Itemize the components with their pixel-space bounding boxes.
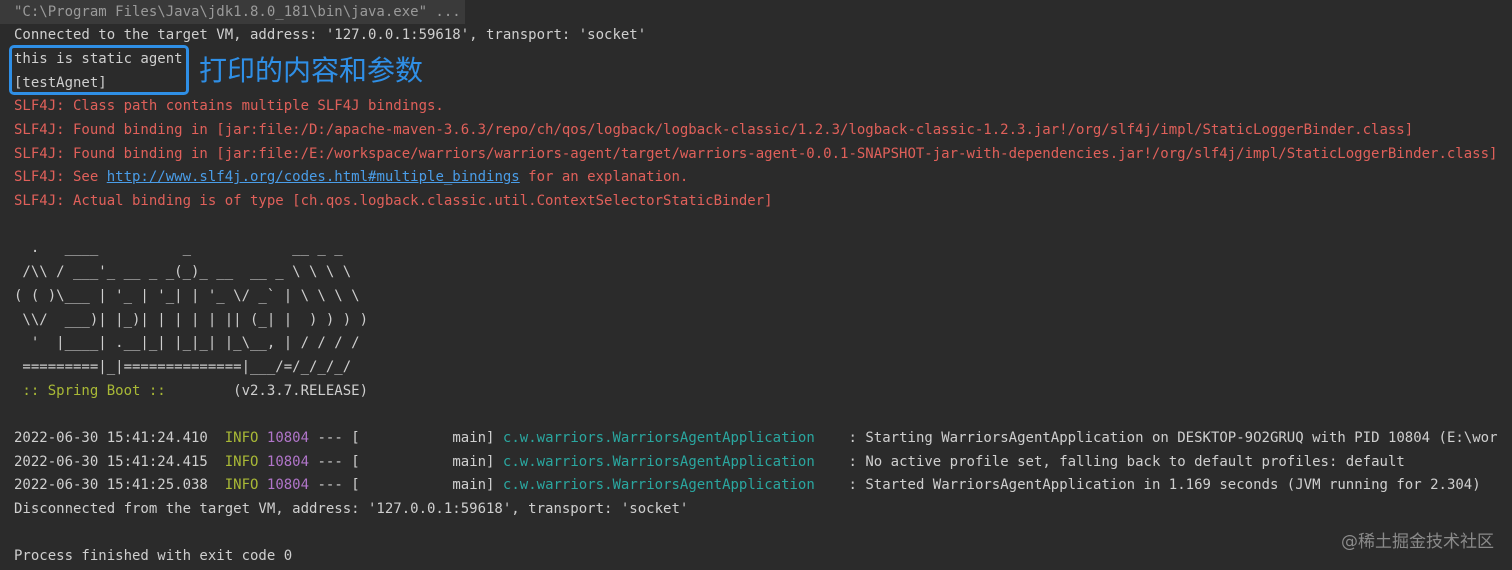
banner-line: /\\ / ___'_ __ _ _(_)_ __ __ _ \ \ \ \ [14,264,352,280]
banner-line: ' |____| .__|_| |_|_| |_\__, | / / / / [14,335,360,351]
slf4j-binding-agent-jar: SLF4J: Found binding in [jar:file:/E:/wo… [14,146,1498,162]
banner-line: . ____ _ __ _ _ [14,240,343,256]
log-row: 2022-06-30 15:41:25.038 INFO 10804 --- [… [14,474,1481,496]
process-finished-message: Process finished with exit code 0 [14,548,293,564]
watermark-text: @稀土掘金技术社区 [1341,532,1494,552]
log-thread: main] [359,454,495,470]
annotation-label: 打印的内容和参数 [199,54,424,87]
log-timestamp: 2022-06-30 15:41:24.410 [14,430,208,446]
banner-line: =========|_|==============|___/=/_/_/_/ [14,359,352,375]
slf4j-multiple-bindings: SLF4J: Class path contains multiple SLF4… [14,98,444,114]
java-command-line[interactable]: "C:\Program Files\Java\jdk1.8.0_181\bin\… [14,1,461,23]
log-logger: c.w.warriors.WarriorsAgentApplication [502,430,815,446]
log-message: : No active profile set, falling back to… [848,454,1405,470]
log-thread: main] [359,430,495,446]
log-level: INFO [224,454,259,470]
log-pid: 10804 [266,477,310,493]
log-row: 2022-06-30 15:41:24.415 INFO 10804 --- [… [14,451,1405,473]
log-message: : Starting WarriorsAgentApplication on D… [848,430,1498,446]
log-thread: main] [359,477,495,493]
spring-boot-version: (v2.3.7.RELEASE) [165,383,369,399]
slf4j-docs-link[interactable]: http://www.slf4j.org/codes.html#multiple… [107,169,520,185]
disconnected-message: Disconnected from the target VM, address… [14,501,689,517]
log-message: : Started WarriorsAgentApplication in 1.… [848,477,1481,493]
log-logger: c.w.warriors.WarriorsAgentApplication [502,454,815,470]
slf4j-see-line: SLF4J: See http://www.slf4j.org/codes.ht… [14,166,688,188]
spring-boot-version-line: :: Spring Boot :: (v2.3.7.RELEASE) [14,380,368,402]
log-level: INFO [224,477,259,493]
log-pid: 10804 [266,430,310,446]
banner-line: \\/ ___)| |_)| | | | | || (_| | ) ) ) ) [14,312,369,328]
banner-line: ( ( )\___ | '_ | '_| | '_ \/ _` | \ \ \ … [14,288,360,304]
slf4j-see-suffix: for an explanation. [519,169,689,185]
log-logger: c.w.warriors.WarriorsAgentApplication [502,477,815,493]
log-row: 2022-06-30 15:41:24.410 INFO 10804 --- [… [14,427,1498,449]
log-separator: --- [ [309,477,360,493]
slf4j-see-prefix: SLF4J: See [14,169,107,185]
spring-boot-label: :: Spring Boot :: [14,383,166,399]
log-timestamp: 2022-06-30 15:41:24.415 [14,454,208,470]
log-timestamp: 2022-06-30 15:41:25.038 [14,477,208,493]
log-pid: 10804 [266,454,310,470]
slf4j-actual-binding: SLF4J: Actual binding is of type [ch.qos… [14,193,773,209]
log-level: INFO [224,430,259,446]
agent-output-highlight-box [9,45,189,95]
slf4j-binding-logback: SLF4J: Found binding in [jar:file:/D:/ap… [14,122,1414,138]
log-separator: --- [ [309,430,360,446]
run-console-output[interactable]: "C:\Program Files\Java\jdk1.8.0_181\bin\… [0,0,1512,570]
connected-message: Connected to the target VM, address: '12… [14,27,647,43]
log-separator: --- [ [309,454,360,470]
